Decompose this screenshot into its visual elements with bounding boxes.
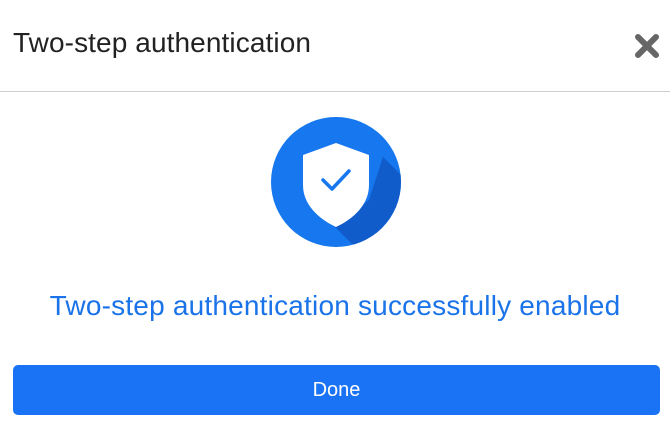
dialog-title: Two-step authentication — [13, 27, 312, 58]
close-icon — [630, 29, 664, 63]
shield-check-icon — [271, 117, 401, 247]
success-message: Two-step authentication successfully ena… — [49, 290, 621, 321]
two-step-auth-dialog: Two-step authentication Two-step authent… — [0, 0, 670, 428]
close-button[interactable] — [630, 29, 664, 63]
done-button[interactable]: Done — [13, 365, 660, 415]
dialog-header: Two-step authentication — [0, 0, 670, 92]
